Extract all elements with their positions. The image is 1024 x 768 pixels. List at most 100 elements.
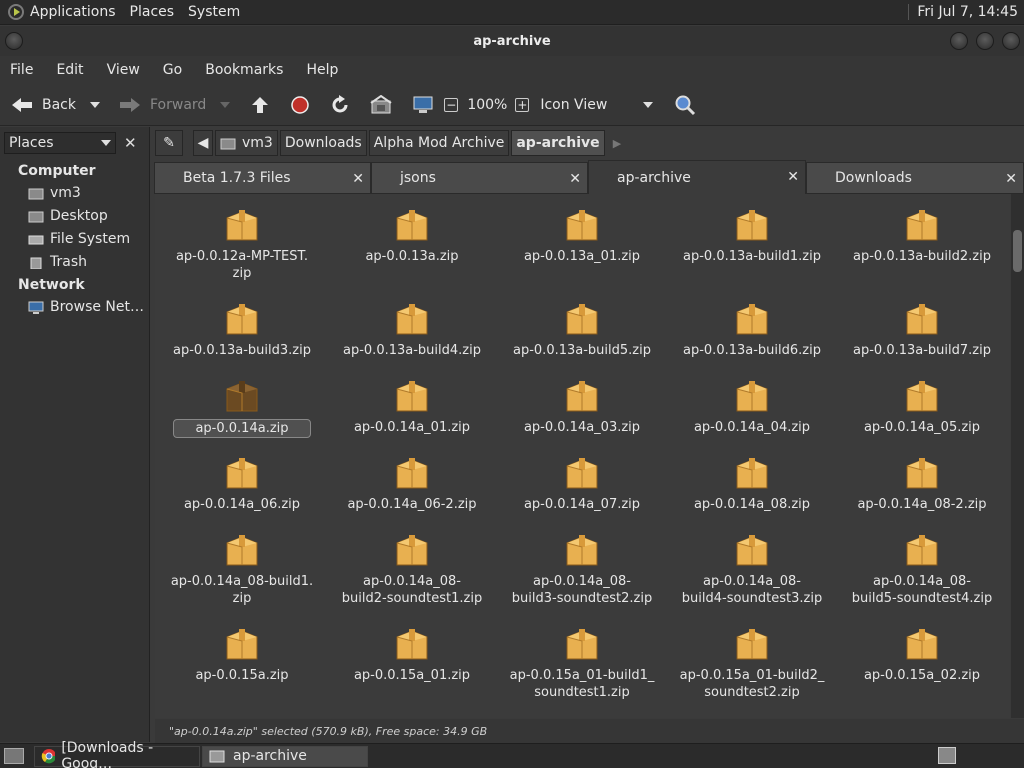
- up-arrow-icon[interactable]: [250, 95, 270, 115]
- file-item[interactable]: ap-0.0.15a_01-build2_ soundtest2.zip: [667, 625, 837, 701]
- close-tab-icon[interactable]: ✕: [569, 171, 581, 187]
- show-desktop-icon[interactable]: [4, 748, 24, 764]
- archive-icon: [226, 458, 258, 489]
- clock[interactable]: Fri Jul 7, 14:45: [908, 4, 1018, 20]
- file-item[interactable]: ap-0.0.15a_01.zip: [327, 625, 497, 684]
- vertical-scrollbar[interactable]: [1011, 194, 1024, 718]
- breadcrumb-downloads[interactable]: Downloads: [279, 130, 367, 156]
- file-item[interactable]: ap-0.0.13a-build6.zip: [667, 300, 837, 359]
- file-item[interactable]: ap-0.0.14a_01.zip: [327, 377, 497, 436]
- file-item[interactable]: ap-0.0.14a_06-2.zip: [327, 454, 497, 513]
- taskbar-item-ap-archive[interactable]: ap-archive: [202, 745, 368, 767]
- stop-icon[interactable]: [290, 95, 310, 115]
- file-item[interactable]: ap-0.0.14a_07.zip: [497, 454, 667, 513]
- file-item[interactable]: ap-0.0.14a_08- build5-soundtest4.zip: [837, 531, 1007, 607]
- forward-button[interactable]: Forward: [118, 95, 206, 115]
- menu-view[interactable]: View: [107, 62, 140, 78]
- distro-logo-icon[interactable]: [8, 4, 24, 20]
- file-item[interactable]: ap-0.0.13a-build7.zip: [837, 300, 1007, 359]
- close-tab-icon[interactable]: ✕: [1005, 171, 1017, 187]
- menu-applications[interactable]: Applications: [30, 4, 116, 20]
- file-item[interactable]: ap-0.0.14a_06.zip: [157, 454, 327, 513]
- network-icon: [28, 301, 44, 314]
- workspace-switcher-icon[interactable]: [938, 747, 956, 764]
- close-side-pane-icon[interactable]: ✕: [124, 134, 137, 152]
- sidebar-item-trash[interactable]: Trash: [0, 250, 149, 273]
- search-icon[interactable]: [674, 94, 696, 116]
- path-left-arrow-icon[interactable]: ◀: [193, 130, 213, 156]
- menu-system[interactable]: System: [188, 4, 240, 20]
- chrome-icon: [41, 749, 56, 764]
- file-item[interactable]: ap-0.0.14a_08- build3-soundtest2.zip: [497, 531, 667, 607]
- menu-places[interactable]: Places: [130, 4, 175, 20]
- back-history-dropdown[interactable]: [90, 101, 100, 108]
- archive-icon: [226, 304, 258, 335]
- window-menu-icon[interactable]: [5, 32, 23, 50]
- taskbar-item-browser[interactable]: [Downloads - Goog…: [34, 740, 200, 768]
- file-item[interactable]: ap-0.0.14a_03.zip: [497, 377, 667, 436]
- file-item[interactable]: ap-0.0.15a_01-build1_ soundtest1.zip: [497, 625, 667, 701]
- menu-help[interactable]: Help: [306, 62, 338, 78]
- file-item[interactable]: ap-0.0.13a_01.zip: [497, 206, 667, 265]
- sidebar-item-label: File System: [50, 230, 131, 247]
- sidebar-item-file-system[interactable]: File System: [0, 227, 149, 250]
- sidebar-item-desktop[interactable]: Desktop: [0, 204, 149, 227]
- edit-location-icon[interactable]: ✎: [155, 130, 183, 156]
- file-item[interactable]: ap-0.0.14a.zip: [157, 377, 327, 438]
- close-window-button[interactable]: [1002, 32, 1020, 50]
- reload-icon[interactable]: [330, 94, 350, 115]
- computer-icon[interactable]: [412, 95, 434, 115]
- menu-bookmarks[interactable]: Bookmarks: [205, 62, 283, 78]
- tab-downloads[interactable]: Downloads ✕: [806, 162, 1024, 194]
- file-view[interactable]: ap-0.0.12a-MP-TEST. zip ap-0.0.13a.zip ap-…: [155, 194, 1010, 718]
- file-item[interactable]: ap-0.0.14a_05.zip: [837, 377, 1007, 436]
- file-item[interactable]: ap-0.0.13a-build2.zip: [837, 206, 1007, 265]
- breadcrumb-vm3[interactable]: vm3: [215, 130, 278, 156]
- file-item[interactable]: ap-0.0.13a.zip: [327, 206, 497, 265]
- close-tab-icon[interactable]: ✕: [352, 171, 364, 187]
- scrollbar-thumb[interactable]: [1013, 230, 1022, 272]
- file-item[interactable]: ap-0.0.15a_02.zip: [837, 625, 1007, 684]
- file-item[interactable]: ap-0.0.12a-MP-TEST. zip: [157, 206, 327, 282]
- side-pane-selector[interactable]: Places: [4, 132, 116, 154]
- breadcrumb-alpha-mod-archive[interactable]: Alpha Mod Archive: [368, 130, 510, 156]
- view-mode-dropdown-icon[interactable]: [643, 101, 654, 108]
- view-mode-select[interactable]: Icon View: [540, 97, 607, 113]
- file-item[interactable]: ap-0.0.15a.zip: [157, 625, 327, 684]
- sidebar-item-browse-network[interactable]: Browse Net…: [0, 295, 149, 318]
- file-item[interactable]: ap-0.0.14a_08- build4-soundtest3.zip: [667, 531, 837, 607]
- forward-history-dropdown[interactable]: [220, 101, 231, 108]
- file-item[interactable]: ap-0.0.13a-build5.zip: [497, 300, 667, 359]
- trash-icon: [30, 257, 42, 269]
- menu-edit[interactable]: Edit: [56, 62, 83, 78]
- tab-jsons[interactable]: jsons ✕: [371, 162, 588, 194]
- tab-ap-archive[interactable]: ap-archive ✕: [588, 160, 806, 194]
- file-item[interactable]: ap-0.0.13a-build1.zip: [667, 206, 837, 265]
- file-item[interactable]: ap-0.0.14a_08-build1. zip: [157, 531, 327, 607]
- window-titlebar[interactable]: ap-archive: [0, 26, 1024, 56]
- breadcrumb-ap-archive[interactable]: ap-archive: [511, 130, 605, 156]
- drive-icon: [28, 235, 44, 244]
- file-item[interactable]: ap-0.0.14a_08- build2-soundtest1.zip: [327, 531, 497, 607]
- menu-file[interactable]: File: [10, 62, 33, 78]
- path-right-arrow-icon[interactable]: ▶: [613, 137, 621, 150]
- maximize-button[interactable]: [976, 32, 994, 50]
- file-item[interactable]: ap-0.0.14a_04.zip: [667, 377, 837, 436]
- sidebar-item-vm3[interactable]: vm3: [0, 181, 149, 204]
- back-button[interactable]: Back: [10, 95, 76, 115]
- home-icon[interactable]: [370, 94, 392, 115]
- menu-go[interactable]: Go: [163, 62, 182, 78]
- file-item[interactable]: ap-0.0.14a_08.zip: [667, 454, 837, 513]
- tab-beta-files[interactable]: Beta 1.7.3 Files ✕: [154, 162, 371, 194]
- file-item[interactable]: ap-0.0.13a-build3.zip: [157, 300, 327, 359]
- sidebar-item-label: Desktop: [50, 207, 108, 224]
- file-item[interactable]: ap-0.0.14a_08-2.zip: [837, 454, 1007, 513]
- taskbar-item-label: [Downloads - Goog…: [61, 740, 154, 768]
- minimize-button[interactable]: [950, 32, 968, 50]
- file-item[interactable]: ap-0.0.13a-build4.zip: [327, 300, 497, 359]
- zoom-in-icon[interactable]: +: [515, 97, 530, 112]
- close-tab-icon[interactable]: ✕: [787, 169, 799, 185]
- zoom-out-icon[interactable]: −: [444, 97, 459, 112]
- tab-label: Beta 1.7.3 Files: [183, 170, 291, 186]
- archive-icon: [906, 210, 938, 241]
